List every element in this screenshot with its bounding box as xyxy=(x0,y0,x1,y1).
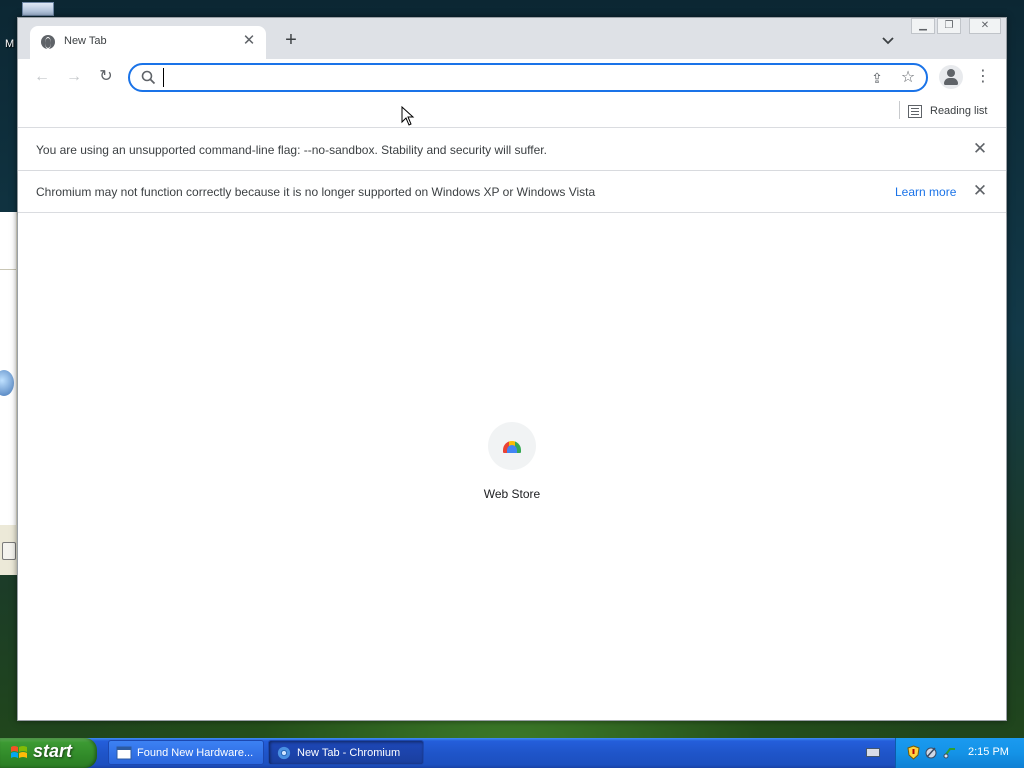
window-controls: ▁ ❐ ✕ xyxy=(911,18,1003,34)
close-icon[interactable]: ✕ xyxy=(971,140,989,158)
start-label: start xyxy=(33,741,73,761)
web-store-icon xyxy=(503,441,521,453)
bookmarks-divider xyxy=(899,101,900,119)
mouse-cursor-icon xyxy=(401,106,415,126)
new-tab-button[interactable]: + xyxy=(280,30,302,52)
taskbar-item-label: New Tab - Chromium xyxy=(297,747,401,759)
start-button[interactable]: start xyxy=(0,738,97,768)
star-icon[interactable]: ☆ xyxy=(898,68,918,88)
background-window[interactable] xyxy=(0,212,18,575)
taskbar-item-found-new-hardware[interactable]: Found New Hardware... xyxy=(108,740,264,765)
menu-button[interactable]: ⋮ xyxy=(973,65,993,89)
desktop-icon-label[interactable]: M xyxy=(5,38,14,50)
learn-more-link[interactable]: Learn more xyxy=(895,185,956,199)
reading-list-label: Reading list xyxy=(930,105,988,117)
browser-toolbar: ← → ↻ ⇪ ☆ ⋮ xyxy=(18,59,1006,96)
infobar-os-unsupported: Chromium may not function correctly beca… xyxy=(18,171,1006,213)
windows-logo-icon xyxy=(11,746,27,758)
tab-strip: New Tab ✕ + ▁ ❐ ✕ xyxy=(18,18,1006,59)
reading-list-button[interactable]: Reading list xyxy=(908,101,987,121)
security-shield-icon[interactable] xyxy=(906,745,921,760)
globe-icon xyxy=(41,35,55,49)
desktop-computer-icon[interactable] xyxy=(22,2,54,16)
reading-list-icon xyxy=(908,104,922,118)
infobar-sandbox-warning: You are using an unsupported command-lin… xyxy=(18,129,1006,171)
chromium-icon xyxy=(277,746,291,760)
maximize-button[interactable]: ❐ xyxy=(937,18,961,34)
address-input[interactable] xyxy=(163,68,843,87)
infobar-message: Chromium may not function correctly beca… xyxy=(36,185,596,199)
chromium-window: New Tab ✕ + ▁ ❐ ✕ ← → ↻ ⇪ ☆ ⋮ Reading li… xyxy=(17,17,1007,721)
background-window-panel xyxy=(0,212,16,270)
close-icon[interactable]: ✕ xyxy=(240,32,258,50)
close-window-button[interactable]: ✕ xyxy=(969,18,1001,34)
system-tray: 2:15 PM xyxy=(895,738,1024,768)
tab-search-button[interactable] xyxy=(878,31,898,51)
reload-button[interactable]: ↻ xyxy=(94,65,118,89)
shortcut-tile-web-store[interactable]: Web Store xyxy=(473,422,553,512)
minimize-button[interactable]: ▁ xyxy=(911,18,935,34)
share-icon[interactable]: ⇪ xyxy=(868,69,886,87)
forward-button[interactable]: → xyxy=(62,65,86,89)
omnibox[interactable]: ⇪ ☆ xyxy=(128,63,928,92)
safely-remove-hardware-icon[interactable] xyxy=(942,745,957,760)
chevron-down-icon xyxy=(882,37,894,45)
shortcut-label: Web Store xyxy=(483,487,541,501)
taskbar-item-chromium[interactable]: New Tab - Chromium xyxy=(268,740,424,765)
tab-new-tab[interactable]: New Tab ✕ xyxy=(30,26,266,59)
taskbar: start Found New Hardware... New Tab - Ch… xyxy=(0,738,1024,768)
network-icon[interactable] xyxy=(924,745,939,760)
background-window-button[interactable] xyxy=(2,542,16,560)
window-icon xyxy=(116,746,132,760)
close-icon[interactable]: ✕ xyxy=(971,182,989,200)
bookmarks-bar: Reading list xyxy=(18,96,1006,128)
background-window-panel xyxy=(0,270,16,525)
tab-title: New Tab xyxy=(64,35,107,47)
clock: 2:15 PM xyxy=(968,746,1009,758)
new-tab-page: Web Store xyxy=(18,213,1006,720)
back-button[interactable]: ← xyxy=(30,65,54,89)
profile-avatar-button[interactable] xyxy=(939,65,963,89)
shortcut-icon-background xyxy=(488,422,536,470)
taskbar-item-label: Found New Hardware... xyxy=(137,747,254,759)
keyboard-icon[interactable] xyxy=(866,748,880,757)
search-icon xyxy=(141,70,156,85)
infobar-message: You are using an unsupported command-lin… xyxy=(36,143,547,157)
